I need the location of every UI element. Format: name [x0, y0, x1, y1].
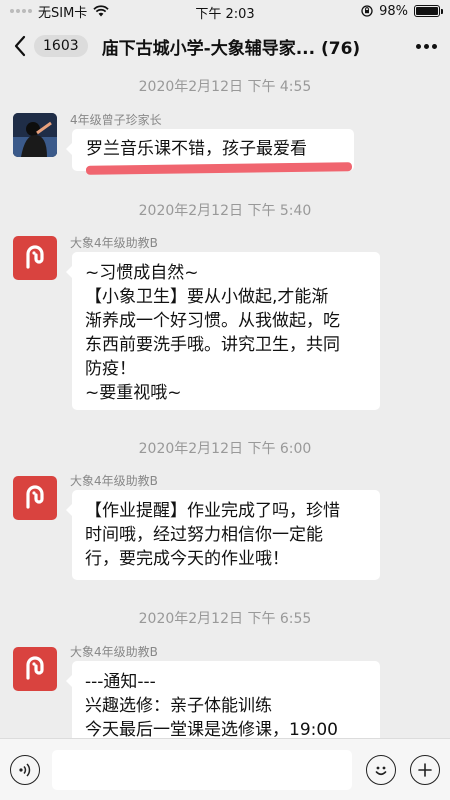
more-icon[interactable] [412, 32, 440, 60]
sender-name: 大象4年级助教B [70, 236, 158, 250]
wifi-icon [93, 5, 109, 17]
message-input[interactable] [52, 749, 352, 790]
rotation-lock-icon [361, 5, 373, 17]
timestamp: 2020年2月12日 下午 6:55 [138, 611, 312, 627]
emoji-icon[interactable] [366, 754, 396, 785]
back-icon[interactable] [10, 32, 30, 60]
battery-fill [416, 7, 438, 15]
message-text: 【作业提醒】作业完成了吗，珍惜 时间哦，经过努力相信你一定能 行，要完成今天的作… [85, 501, 340, 569]
status-bar: 无SIM卡 98% 下午 2:03 [0, 0, 450, 22]
elephant-logo-icon [26, 245, 44, 269]
avatar[interactable] [13, 476, 57, 520]
elephant-logo-icon [26, 485, 44, 509]
timestamp: 2020年2月12日 下午 6:00 [138, 441, 312, 457]
message-text: 罗兰音乐课不错，孩子最爱看 [86, 139, 307, 159]
elephant-logo-icon [26, 656, 44, 680]
voice-icon[interactable] [10, 754, 40, 785]
carrier-label: 无SIM卡 [38, 5, 88, 21]
battery-percent: 98% [379, 3, 408, 19]
input-actions [366, 754, 440, 785]
sender-name: 大象4年级助教B [70, 645, 158, 659]
avatar[interactable] [13, 647, 57, 691]
battery-icon [414, 5, 443, 17]
message-bubble[interactable]: ---通知--- 兴趣选修：亲子体能训练 今天最后一堂课是选修课，19:00 [66, 661, 380, 738]
message-bubble[interactable]: 【作业提醒】作业完成了吗，珍惜 时间哦，经过努力相信你一定能 行，要完成今天的作… [66, 490, 380, 580]
status-left: 无SIM卡 [10, 2, 109, 21]
chat-title[interactable]: 庙下古城小学-大象辅导家... (76) [102, 34, 412, 59]
plus-icon[interactable] [410, 754, 440, 785]
status-right: 98% [361, 3, 443, 19]
sender-name: 4年级曾子珍家长 [70, 113, 162, 127]
avatar[interactable] [13, 113, 57, 157]
chat-header: 1603 庙下古城小学-大象辅导家... (76) [0, 22, 450, 70]
message-text: ~习惯成自然~ 【小象卫生】要从小做起,才能渐 渐养成一个好习惯。从我做起，吃 … [85, 263, 340, 403]
timestamp: 2020年2月12日 下午 4:55 [138, 79, 312, 95]
avatar[interactable] [13, 236, 57, 280]
timestamp: 2020年2月12日 下午 5:40 [138, 203, 312, 219]
sender-name: 大象4年级助教B [70, 474, 158, 488]
signal-icon [10, 9, 32, 13]
message-list[interactable]: 2020年2月12日 下午 4:55 4年级曾子珍家长 罗兰音乐课不错，孩子最爱… [0, 70, 450, 738]
message-text: ---通知--- 兴趣选修：亲子体能训练 今天最后一堂课是选修课，19:00 [85, 672, 338, 738]
message-bubble[interactable]: ~习惯成自然~ 【小象卫生】要从小做起,才能渐 渐养成一个好习惯。从我做起，吃 … [66, 252, 380, 410]
input-bar [0, 738, 450, 800]
member-count: (76) [321, 38, 361, 59]
unread-count-badge[interactable]: 1603 [34, 35, 88, 57]
chat-title-text: 庙下古城小学-大象辅导家... [101, 38, 316, 59]
